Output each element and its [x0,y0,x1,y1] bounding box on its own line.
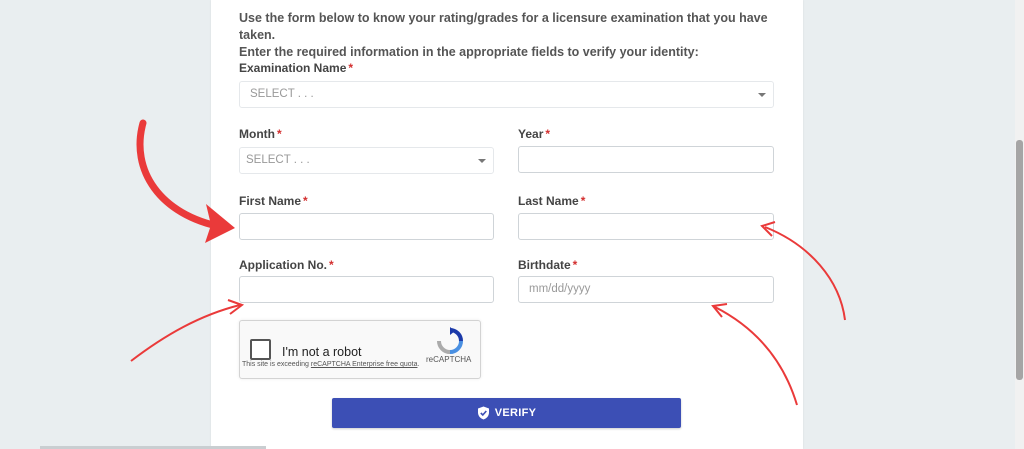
month-select[interactable]: SELECT . . . [239,147,494,174]
arrow-first-name [136,119,226,231]
required-marker: * [545,127,551,141]
year-input[interactable] [518,146,774,173]
intro-line-2: Enter the required information in the ap… [239,45,699,59]
form-card: Use the form below to know your rating/g… [211,0,803,449]
required-marker: * [303,194,308,208]
exam-name-select[interactable]: SELECT . . . [239,81,774,108]
recaptcha-quota-link[interactable]: reCAPTCHA Enterprise free quota [311,361,418,368]
first-name-input[interactable] [239,213,494,240]
required-marker: * [329,258,334,272]
intro-line-1: Use the form below to know your rating/g… [239,11,768,42]
first-name-label: First Name * [239,194,308,208]
application-no-input[interactable] [239,276,494,303]
recaptcha-widget: I'm not a robot reCAPTCHA This site is e… [239,320,481,379]
chevron-down-icon [758,93,766,97]
birthdate-input[interactable]: mm/dd/yyyy [518,276,774,303]
recaptcha-checkbox[interactable] [250,339,271,360]
last-name-input[interactable] [518,213,774,240]
required-marker: * [580,194,586,208]
last-name-label: Last Name * [518,194,586,208]
intro-text: Use the form below to know your rating/g… [239,10,779,61]
application-no-label: Application No. * [239,258,334,272]
page-scrollbar[interactable] [1015,0,1024,449]
recaptcha-brand: reCAPTCHA [426,355,472,364]
month-label: Month * [239,127,282,141]
verify-button[interactable]: VERIFY [332,398,681,428]
recaptcha-logo-icon [437,327,463,354]
required-marker: * [348,61,354,75]
birthdate-label: Birthdate * [518,258,578,272]
exam-name-label: Examination Name * [239,61,354,75]
recaptcha-quota-note: This site is exceeding reCAPTCHA Enterpr… [242,361,420,368]
year-label: Year * [518,127,551,141]
recaptcha-label: I'm not a robot [282,345,362,359]
required-marker: * [276,127,282,141]
scrollbar-thumb[interactable] [1016,140,1023,380]
shield-check-icon [477,406,489,420]
required-marker: * [572,258,578,272]
verify-button-label: VERIFY [494,407,537,419]
chevron-down-icon [478,159,486,163]
